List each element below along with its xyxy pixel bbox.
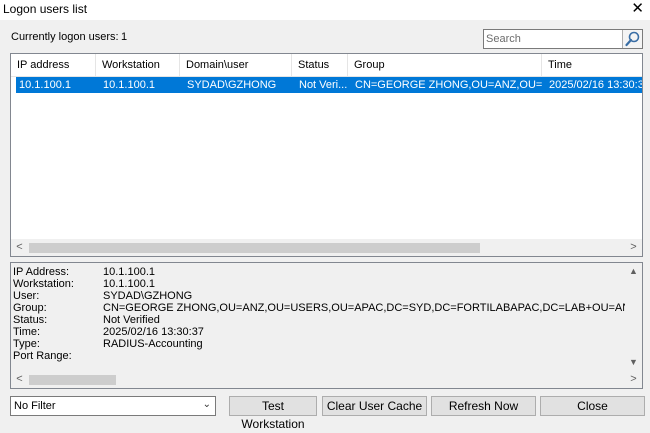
detail-label-time: Time:: [13, 326, 41, 338]
cell-time: 2025/02/16 13:30:37: [549, 79, 643, 91]
detail-value-ip: 10.1.100.1: [103, 266, 155, 278]
search-box[interactable]: [483, 29, 643, 49]
column-header-group[interactable]: Group: [348, 54, 542, 76]
filter-selected-value: No Filter: [14, 400, 56, 412]
details-vertical-scrollbar[interactable]: ▲ ▼: [625, 263, 642, 371]
close-button[interactable]: Close: [540, 396, 645, 416]
column-header-status[interactable]: Status: [292, 54, 348, 76]
details-horizontal-scrollbar[interactable]: < >: [11, 371, 642, 388]
window-title: Logon users list: [3, 2, 88, 16]
column-header-ip[interactable]: IP address: [11, 54, 96, 76]
detail-label-workstation: Workstation:: [13, 278, 74, 290]
scroll-right-icon[interactable]: >: [625, 239, 642, 256]
logon-count-label: Currently logon users:: [11, 31, 119, 43]
details-panel: IP Address: 10.1.100.1 Workstation: 10.1…: [10, 262, 643, 389]
table-row[interactable]: 10.1.100.1 10.1.100.1 SYDAD\GZHONG Not V…: [16, 77, 643, 93]
scroll-left-icon[interactable]: <: [11, 239, 28, 256]
scroll-down-icon[interactable]: ▼: [625, 354, 642, 371]
detail-label-group: Group:: [13, 302, 47, 314]
detail-label-port-range: Port Range:: [13, 350, 72, 362]
detail-value-workstation: 10.1.100.1: [103, 278, 155, 290]
cell-user: SYDAD\GZHONG: [187, 79, 277, 91]
scroll-thumb[interactable]: [29, 243, 480, 253]
detail-value-user: SYDAD\GZHONG: [103, 290, 193, 302]
cell-group: CN=GEORGE ZHONG,OU=ANZ,OU=...: [355, 79, 543, 91]
column-header-workstation[interactable]: Workstation: [96, 54, 180, 76]
column-header-time[interactable]: Time: [542, 54, 642, 76]
cell-status: Not Veri...: [299, 79, 348, 91]
search-input[interactable]: [485, 31, 625, 47]
scroll-left-icon[interactable]: <: [11, 371, 28, 388]
detail-value-type: RADIUS-Accounting: [103, 338, 203, 350]
detail-label-ip: IP Address:: [13, 266, 70, 278]
detail-value-group: CN=GEORGE ZHONG,OU=ANZ,OU=USERS,OU=APAC,…: [103, 302, 643, 314]
test-workstation-button[interactable]: Test Workstation: [229, 396, 317, 431]
table-horizontal-scrollbar[interactable]: < >: [11, 239, 642, 256]
detail-label-user: User:: [13, 290, 40, 302]
cell-workstation: 10.1.100.1: [103, 79, 155, 91]
detail-label-status: Status:: [13, 314, 48, 326]
search-icon: [625, 31, 640, 47]
chevron-down-icon[interactable]: ⌄: [203, 399, 211, 410]
column-header-domain-user[interactable]: Domain\user: [180, 54, 292, 76]
scroll-thumb[interactable]: [29, 375, 116, 385]
logon-count-value: 1: [121, 31, 128, 43]
close-icon[interactable]: ✕: [631, 0, 644, 18]
scroll-right-icon[interactable]: >: [625, 371, 642, 388]
table-header: IP address Workstation Domain\user Statu…: [11, 54, 642, 77]
title-bar: Logon users list ✕: [0, 0, 650, 20]
clear-user-cache-button[interactable]: Clear User Cache: [322, 396, 427, 416]
detail-label-type: Type:: [13, 338, 40, 350]
filter-dropdown[interactable]: No Filter ⌄: [10, 396, 216, 416]
search-button[interactable]: [622, 30, 642, 48]
cell-ip: 10.1.100.1: [19, 79, 71, 91]
scroll-up-icon[interactable]: ▲: [625, 263, 642, 280]
detail-value-time: 2025/02/16 13:30:37: [103, 326, 204, 338]
logon-users-table[interactable]: IP address Workstation Domain\user Statu…: [10, 53, 643, 257]
detail-value-status: Not Verified: [103, 314, 160, 326]
refresh-now-button[interactable]: Refresh Now: [431, 396, 536, 416]
